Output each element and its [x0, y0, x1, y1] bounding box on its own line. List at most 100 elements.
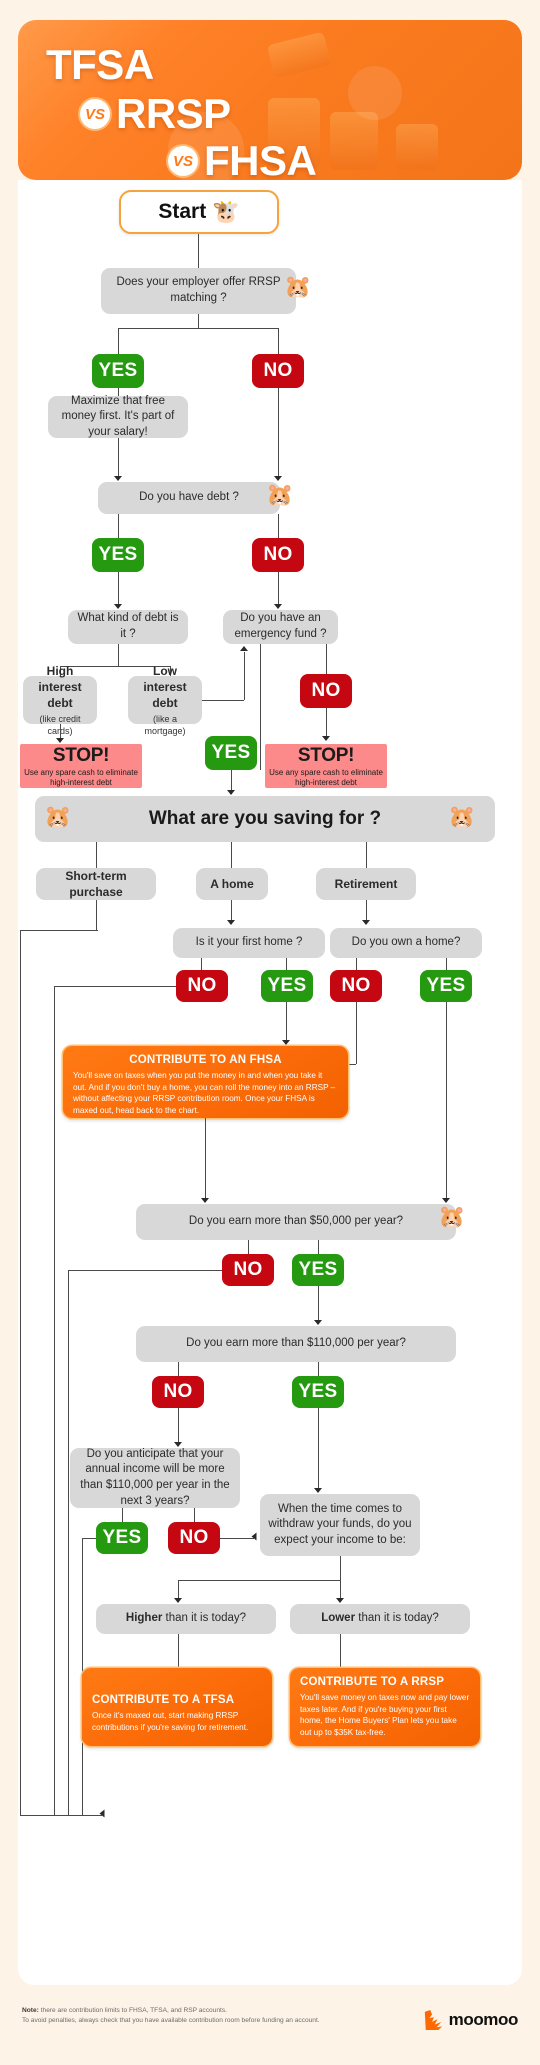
start-node: Start 🐮 [119, 190, 279, 234]
stop-box-no-emergency: STOP! Use any spare cash to eliminate hi… [265, 744, 387, 788]
connector [178, 1634, 180, 1668]
mascot-icon: 🐹 [448, 804, 476, 829]
no-label: NO [263, 360, 293, 381]
no-label: NO [341, 975, 371, 996]
branch-yes-own-home: YES [420, 970, 472, 1002]
cta-fhsa-body: You'll save on taxes when you put the mo… [73, 1071, 336, 1115]
yes-label: YES [298, 1381, 338, 1402]
question-employer-matching: Does your employer offer RRSP matching ? [101, 268, 296, 314]
connector [340, 1634, 342, 1668]
connector [278, 572, 280, 608]
connector [205, 1118, 207, 1202]
connector [178, 1580, 340, 1582]
flowchart-canvas: Start 🐮 Does your employer offer RRSP ma… [18, 180, 522, 1985]
stop-box-high-interest: STOP! Use any spare cash to eliminate hi… [20, 744, 142, 788]
header-line-fhsa: VS FHSA [168, 137, 317, 181]
stop-title: STOP! [52, 744, 110, 766]
branch-yes-earn-110k: YES [292, 1376, 344, 1408]
connector [20, 930, 98, 932]
header-banner: TFSA VS RRSP VS FHSA [18, 20, 522, 180]
option-higher-strong: Higher [125, 1612, 163, 1625]
arrow-icon [114, 604, 122, 609]
question-anticipate-income: Do you anticipate that your annual incom… [70, 1448, 240, 1508]
connector [118, 572, 120, 608]
connector [201, 958, 203, 970]
branch-yes-debt: YES [92, 538, 144, 572]
branch-no-earn-110k: NO [152, 1376, 204, 1408]
connector [318, 1286, 320, 1324]
branch-no-earn-50k: NO [222, 1254, 274, 1286]
advice-maximize-match-label: Maximize that free money first. It's par… [61, 394, 175, 438]
connector [220, 1538, 254, 1540]
question-earn-50k-label: Do you earn more than $50,000 per year? [188, 1215, 404, 1228]
connector [198, 234, 200, 268]
arrow-icon [174, 1598, 182, 1603]
question-withdraw-income: When the time comes to withdraw your fun… [260, 1494, 420, 1556]
branch-yes-anticipate: YES [96, 1522, 148, 1554]
cta-contribute-rrsp: CONTRIBUTE TO A RRSP You'll save money o… [290, 1668, 480, 1746]
connector [122, 1508, 124, 1522]
cta-contribute-tfsa: CONTRIBUTE TO A TFSA Once it's maxed out… [82, 1668, 272, 1746]
arrow-icon [274, 604, 282, 609]
question-saving-for-label: What are you saving for ? [148, 808, 382, 830]
bull-emoji-icon: 🐮 [212, 199, 240, 224]
header-word-fhsa: FHSA [204, 137, 317, 181]
question-earn-110k-label: Do you earn more than $110,000 per year? [186, 1337, 406, 1350]
option-retirement-label: Retirement [334, 876, 398, 891]
connector [118, 328, 120, 354]
connector [318, 1240, 320, 1254]
moomoo-bull-icon [424, 2010, 442, 2030]
branch-no-employer: NO [252, 354, 304, 388]
footer: Note: there are contribution limits to F… [18, 2000, 522, 2055]
connector [318, 1408, 320, 1492]
connector [54, 986, 176, 988]
arrow-icon [240, 646, 248, 651]
no-label: NO [233, 1259, 263, 1280]
branch-yes-employer: YES [92, 354, 144, 388]
question-anticipate-income-label: Do you anticipate that your annual incom… [80, 1447, 230, 1507]
cta-rrsp-body: You'll save money on taxes now and pay l… [300, 1693, 470, 1737]
arrow-icon [114, 476, 122, 481]
question-employer-matching-label: Does your employer offer RRSP matching ? [116, 276, 281, 304]
branch-yes-emergency: YES [205, 736, 257, 770]
connector [20, 930, 22, 1815]
connector [118, 514, 120, 538]
question-emergency-fund: Do you have an emergency fund ? [223, 610, 338, 644]
connector [318, 1362, 320, 1376]
connector [366, 842, 368, 868]
yes-label: YES [211, 742, 251, 763]
option-retirement: Retirement [316, 868, 416, 900]
header-line-tfsa: TFSA [46, 44, 154, 86]
coin-decoration [266, 31, 332, 79]
connector [260, 644, 262, 770]
no-label: NO [179, 1527, 209, 1548]
footer-note: Note: there are contribution limits to F… [22, 2006, 362, 2026]
option-short-term-purchase: Short-term purchase [36, 868, 156, 900]
question-debt-kind-label: What kind of debt is it ? [77, 612, 179, 640]
mascot-icon: 🐹 [44, 804, 72, 829]
arrow-icon [251, 1532, 257, 1541]
connector [54, 986, 56, 1815]
debt-low-interest: Low interest debt (like a mortgage) [128, 664, 202, 736]
connector [194, 1508, 196, 1522]
branch-no-debt: NO [252, 538, 304, 572]
start-label: Start [158, 200, 207, 223]
connector [118, 328, 278, 330]
branch-yes-earn-50k: YES [292, 1254, 344, 1286]
question-first-home-label: Is it your first home ? [195, 936, 303, 949]
debt-low-interest-title: Low interest debt [143, 663, 187, 710]
yes-label: YES [298, 1259, 338, 1280]
connector [446, 1002, 448, 1202]
question-have-debt-label: Do you have debt ? [139, 491, 239, 504]
arrow-icon [99, 1809, 105, 1818]
connector [231, 842, 233, 868]
connector [278, 388, 280, 478]
yes-label: YES [98, 360, 138, 381]
cta-rrsp-title: CONTRIBUTE TO A RRSP [300, 1676, 445, 1688]
question-emergency-fund-label: Do you have an emergency fund ? [234, 612, 327, 640]
header-word-rrsp: RRSP [116, 90, 231, 137]
advice-maximize-match: Maximize that free money first. It's par… [48, 394, 188, 438]
arrow-icon [336, 1598, 344, 1603]
connector [178, 1408, 180, 1446]
cta-tfsa-body: Once it's maxed out, start making RRSP c… [92, 1711, 249, 1732]
